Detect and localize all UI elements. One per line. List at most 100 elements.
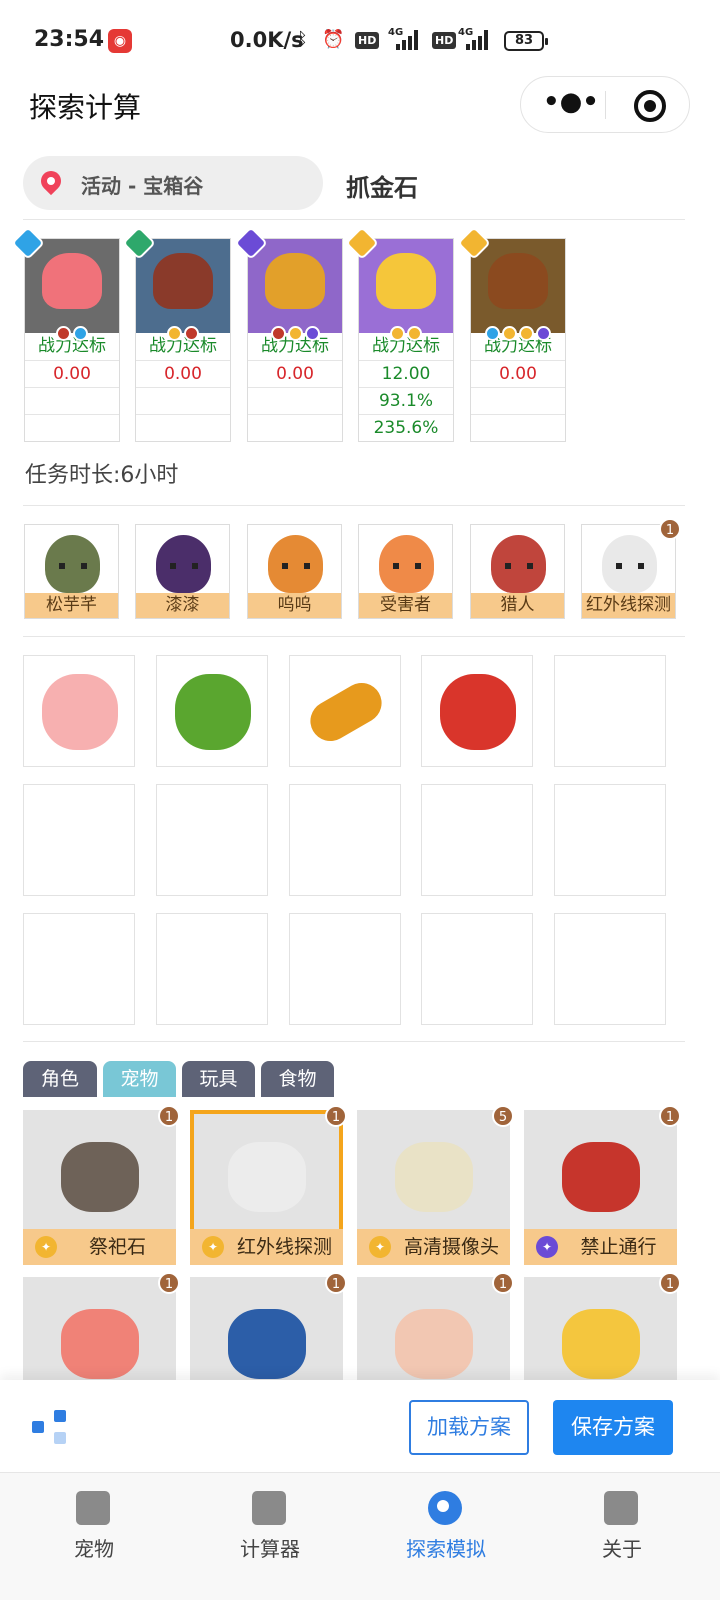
team-member-card[interactable]: 红外线探测 bbox=[581, 524, 676, 619]
monster-art bbox=[42, 253, 102, 309]
item-slot[interactable] bbox=[289, 913, 401, 1025]
rank-icon bbox=[122, 226, 156, 260]
target-card[interactable]: 战力达标 0.00 bbox=[11, 226, 120, 442]
item-slot[interactable] bbox=[421, 913, 533, 1025]
item-slot[interactable] bbox=[156, 913, 268, 1025]
tab-2[interactable]: 玩具 bbox=[182, 1061, 255, 1097]
action-bar: 加载方案 保存方案 bbox=[0, 1380, 720, 1472]
inventory-card[interactable]: ✦ 祭祀石 bbox=[23, 1110, 176, 1265]
target-card[interactable]: 战力达标 0.00 bbox=[122, 226, 231, 442]
count-badge: 1 bbox=[158, 1105, 180, 1127]
monster-art bbox=[488, 253, 548, 309]
about-icon bbox=[604, 1491, 638, 1525]
close-icon[interactable] bbox=[634, 90, 666, 122]
item-slot[interactable] bbox=[421, 784, 533, 896]
more-icon[interactable]: •●• bbox=[543, 89, 599, 119]
target-value: 0.00 bbox=[248, 360, 342, 387]
tabbar-item-0[interactable]: 宠物 bbox=[4, 1473, 184, 1573]
divider bbox=[23, 636, 685, 637]
item-slot[interactable] bbox=[554, 655, 666, 767]
character-eyes bbox=[505, 563, 533, 569]
element-icon bbox=[407, 326, 422, 341]
rank-icon: ✦ bbox=[369, 1236, 391, 1258]
monster-art bbox=[376, 253, 436, 309]
mushroom-icon bbox=[42, 674, 118, 750]
tabbar-item-1[interactable]: 计算器 bbox=[180, 1473, 360, 1573]
count-badge: 1 bbox=[659, 518, 681, 540]
element-icon bbox=[73, 326, 88, 341]
load-plan-button[interactable]: 加载方案 bbox=[409, 1400, 529, 1455]
target-card[interactable]: 战力达标 0.00 bbox=[234, 226, 343, 442]
member-name: 猎人 bbox=[471, 593, 564, 618]
tabbar-label: 关于 bbox=[602, 1537, 642, 1561]
tab-1[interactable]: 宠物 bbox=[103, 1061, 176, 1097]
location-text: 活动 - 宝箱谷 bbox=[81, 174, 204, 198]
item-slot[interactable] bbox=[23, 655, 135, 767]
target-image bbox=[457, 226, 565, 341]
network-speed: 0.0K/s bbox=[230, 28, 304, 52]
status-time: 23:54 bbox=[34, 27, 105, 52]
element-icon bbox=[167, 326, 182, 341]
signal-icon bbox=[396, 30, 422, 50]
flower-icon bbox=[175, 674, 251, 750]
element-icons bbox=[359, 326, 453, 341]
inventory-card[interactable]: ✦ 禁止通行 bbox=[524, 1110, 677, 1265]
team-member-card[interactable]: 呜呜 bbox=[247, 524, 342, 619]
item-slot[interactable] bbox=[421, 655, 533, 767]
inventory-label: ✦ 祭祀石 bbox=[23, 1229, 176, 1265]
target-card[interactable]: 战力达标 12.00 93.1% 235.6% bbox=[345, 226, 454, 442]
element-icons bbox=[471, 326, 565, 341]
share-icon[interactable] bbox=[32, 1410, 70, 1444]
count-badge: 1 bbox=[492, 1272, 514, 1294]
team-member-card[interactable]: 受害者 bbox=[358, 524, 453, 619]
divider bbox=[23, 1041, 685, 1042]
inventory-card[interactable]: ✦ 红外线探测 bbox=[190, 1110, 343, 1265]
item-slot[interactable] bbox=[156, 655, 268, 767]
item-name: 高清摄像头 bbox=[403, 1236, 499, 1258]
team-member-card[interactable]: 猎人 bbox=[470, 524, 565, 619]
team-member-card[interactable]: 漆漆 bbox=[135, 524, 230, 619]
item-slot[interactable] bbox=[554, 784, 666, 896]
target-value bbox=[248, 387, 342, 414]
target-image bbox=[11, 226, 119, 341]
miniprogram-capsule: •●• bbox=[520, 76, 690, 133]
target-card[interactable]: 战力达标 0.00 bbox=[457, 226, 566, 442]
page-title: 探索计算 bbox=[29, 91, 142, 124]
inventory-card[interactable]: ✦ 高清摄像头 bbox=[357, 1110, 510, 1265]
count-badge: 1 bbox=[659, 1272, 681, 1294]
count-badge: 1 bbox=[158, 1272, 180, 1294]
tabbar-item-3[interactable]: 关于 bbox=[532, 1473, 712, 1573]
rank-icon bbox=[345, 226, 379, 260]
divider bbox=[23, 505, 685, 506]
target-image bbox=[345, 226, 453, 341]
target-value bbox=[248, 414, 342, 441]
save-plan-button[interactable]: 保存方案 bbox=[553, 1400, 673, 1455]
target-value bbox=[25, 414, 119, 441]
team-member-card[interactable]: 松芋芊 bbox=[24, 524, 119, 619]
calculator-icon bbox=[252, 1491, 286, 1525]
location-selector[interactable]: 活动 - 宝箱谷 bbox=[23, 156, 323, 210]
alarm-icon: ⏰ bbox=[322, 29, 345, 50]
item-slot[interactable] bbox=[554, 913, 666, 1025]
item-slot[interactable] bbox=[156, 784, 268, 896]
element-icon bbox=[390, 326, 405, 341]
rank-icon bbox=[11, 226, 45, 260]
item-slot[interactable] bbox=[23, 784, 135, 896]
character-eyes bbox=[170, 563, 198, 569]
member-name: 松芋芊 bbox=[25, 593, 118, 618]
target-value bbox=[471, 414, 565, 441]
count-badge: 5 bbox=[492, 1105, 514, 1127]
count-badge: 1 bbox=[325, 1105, 347, 1127]
tab-0[interactable]: 角色 bbox=[23, 1061, 97, 1097]
item-name: 红外线探测 bbox=[236, 1236, 332, 1258]
item-art bbox=[395, 1309, 473, 1379]
item-slot[interactable] bbox=[289, 655, 401, 767]
status-bar: 23:54 ◉ 0.0K/s ᛒ ⏰ HD 4G HD 4G 83 bbox=[0, 0, 720, 80]
bluetooth-icon: ᛒ bbox=[297, 29, 308, 50]
tab-3[interactable]: 食物 bbox=[261, 1061, 334, 1097]
item-slot[interactable] bbox=[23, 913, 135, 1025]
element-icons bbox=[136, 326, 230, 341]
rank-icon bbox=[234, 226, 268, 260]
tabbar-item-2[interactable]: 探索模拟 bbox=[356, 1473, 536, 1573]
item-slot[interactable] bbox=[289, 784, 401, 896]
